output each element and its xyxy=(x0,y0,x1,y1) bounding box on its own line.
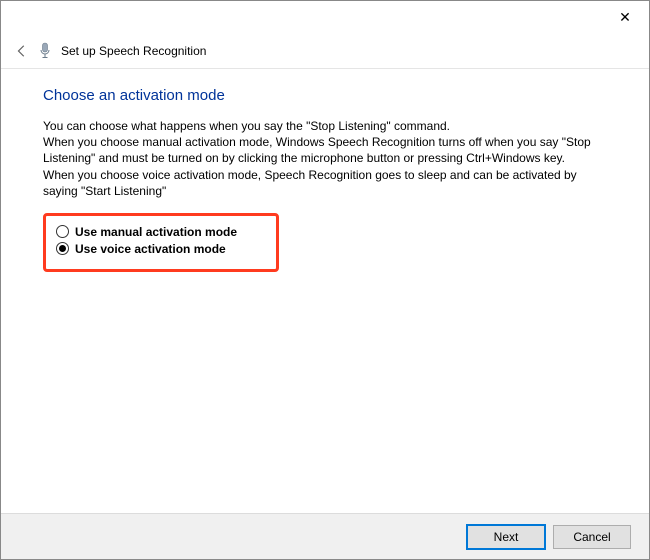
radio-option-manual[interactable]: Use manual activation mode xyxy=(56,225,266,239)
window-titlebar: ✕ xyxy=(1,1,649,33)
desc-line-3: When you choose voice activation mode, S… xyxy=(43,168,577,198)
activation-mode-radio-group: Use manual activation mode Use voice act… xyxy=(43,213,279,272)
radio-icon xyxy=(56,225,69,238)
wizard-footer: Next Cancel xyxy=(1,513,649,559)
desc-line-2: When you choose manual activation mode, … xyxy=(43,135,591,165)
radio-option-voice[interactable]: Use voice activation mode xyxy=(56,242,266,256)
wizard-title: Set up Speech Recognition xyxy=(61,44,206,58)
page-heading: Choose an activation mode xyxy=(43,87,607,104)
wizard-header: Set up Speech Recognition xyxy=(1,33,649,69)
cancel-button[interactable]: Cancel xyxy=(553,525,631,549)
wizard-content: Choose an activation mode You can choose… xyxy=(1,69,649,282)
desc-line-1: You can choose what happens when you say… xyxy=(43,119,450,133)
radio-icon-checked xyxy=(56,242,69,255)
next-button[interactable]: Next xyxy=(467,525,545,549)
back-arrow-icon[interactable] xyxy=(15,44,29,58)
close-icon[interactable]: ✕ xyxy=(615,7,635,27)
radio-label-manual: Use manual activation mode xyxy=(75,225,237,239)
page-description: You can choose what happens when you say… xyxy=(43,118,607,199)
radio-label-voice: Use voice activation mode xyxy=(75,242,226,256)
microphone-icon xyxy=(39,42,51,60)
